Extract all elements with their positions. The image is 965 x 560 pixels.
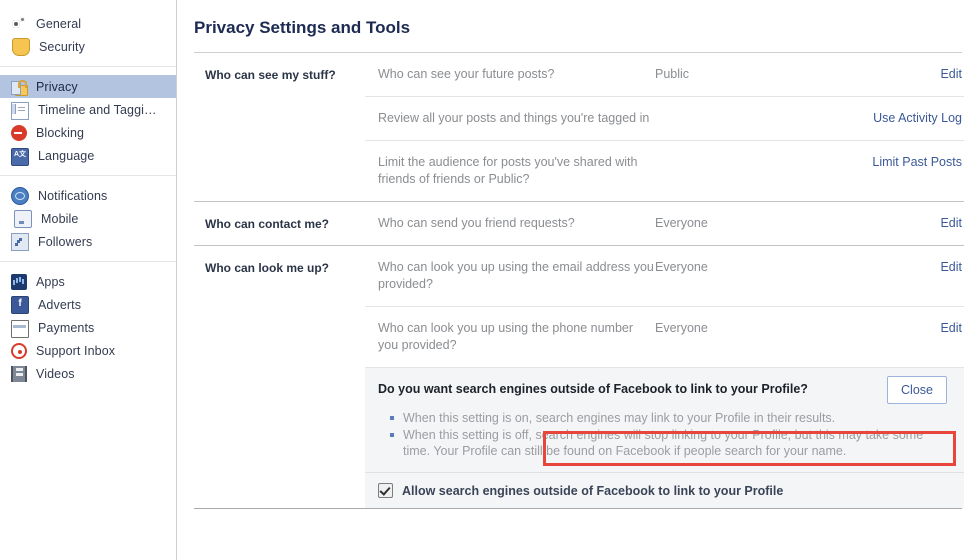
sidebar-group-notifications: Notifications Mobile Followers <box>0 175 176 261</box>
table-row: Review all your posts and things you're … <box>365 96 964 140</box>
table-row: Who can look you up using the phone numb… <box>365 306 964 367</box>
row-description: Who can look you up using the phone numb… <box>378 321 634 352</box>
list-item: When this setting is on, search engines … <box>390 410 934 427</box>
sidebar-item-label: Payments <box>38 320 95 335</box>
page-title: Privacy Settings and Tools <box>194 18 411 37</box>
sidebar-item-videos[interactable]: Videos <box>0 362 176 385</box>
row-limit-past-posts-link[interactable]: Limit Past Posts <box>845 154 964 171</box>
film-icon <box>11 366 27 382</box>
card-icon <box>11 320 29 338</box>
allow-search-engines-checkbox[interactable] <box>378 483 393 498</box>
row-value: Everyone <box>655 260 708 274</box>
sidebar-item-mobile[interactable]: Mobile <box>0 207 176 230</box>
row-value: Public <box>655 67 690 81</box>
search-engine-panel: Do you want search engines outside of Fa… <box>365 367 964 508</box>
sidebar-item-language[interactable]: A文 Language <box>0 144 176 167</box>
lock-icon <box>11 79 28 96</box>
row-edit-link[interactable]: Edit <box>845 66 964 83</box>
block-icon <box>11 125 27 141</box>
settings-page: General Security Privacy Timeline and Ta… <box>0 0 965 560</box>
sidebar-item-label: Notifications <box>38 188 108 203</box>
language-icon: A文 <box>11 147 29 166</box>
panel-bullet-list: When this setting is on, search engines … <box>365 410 964 472</box>
sidebar-item-label: Mobile <box>41 211 79 226</box>
sidebar-item-label: Blocking <box>36 125 85 140</box>
sidebar-item-label: Privacy <box>36 79 78 94</box>
allow-search-engines-row[interactable]: Allow search engines outside of Facebook… <box>365 472 964 508</box>
row-use-activity-log-link[interactable]: Use Activity Log <box>845 110 964 127</box>
sidebar-item-general[interactable]: General <box>0 12 176 35</box>
row-description: Limit the audience for posts you've shar… <box>378 155 638 186</box>
section-who-can-see-my-stuff: Who can see my stuff? Who can see your f… <box>194 53 964 201</box>
gear-icon <box>11 16 27 32</box>
sidebar-item-label: General <box>36 16 82 31</box>
sidebar-item-security[interactable]: Security <box>0 35 176 58</box>
sidebar-item-label: Support Inbox <box>36 343 116 358</box>
table-row: Limit the audience for posts you've shar… <box>365 140 964 201</box>
sidebar-item-label: Followers <box>38 234 93 249</box>
settings-main: Privacy Settings and Tools Who can see m… <box>177 0 965 560</box>
row-description: Who can look you up using the email addr… <box>378 260 654 291</box>
panel-question: Do you want search engines outside of Fa… <box>378 382 808 396</box>
sidebar-item-timeline-and-tagging[interactable]: Timeline and Taggi… <box>0 98 176 121</box>
row-value: Everyone <box>655 321 708 335</box>
lifebuoy-icon <box>11 343 27 359</box>
sidebar-item-apps[interactable]: Apps <box>0 270 176 293</box>
sidebar-item-label: Videos <box>36 366 75 381</box>
row-edit-link[interactable]: Edit <box>845 259 964 276</box>
section-rows: Who can send you friend requests? Everyo… <box>365 202 964 245</box>
privacy-settings-table: Who can see my stuff? Who can see your f… <box>194 53 964 508</box>
timeline-icon <box>11 101 29 120</box>
section-who-can-contact-me: Who can contact me? Who can send you fri… <box>194 201 964 245</box>
sidebar-item-label: Apps <box>36 274 65 289</box>
apps-icon <box>11 274 27 290</box>
close-button[interactable]: Close <box>887 376 947 404</box>
section-rows: Who can look you up using the email addr… <box>365 246 964 508</box>
allow-search-engines-label[interactable]: Allow search engines outside of Facebook… <box>402 484 783 498</box>
section-label: Who can look me up? <box>205 261 330 275</box>
section-rows: Who can see your future posts? Public Ed… <box>365 53 964 201</box>
sidebar-item-privacy[interactable]: Privacy <box>0 75 176 98</box>
sidebar-item-adverts[interactable]: f Adverts <box>0 293 176 316</box>
shield-icon <box>12 37 30 56</box>
lock-page-shape <box>11 80 21 95</box>
sidebar-item-label: Security <box>39 39 85 54</box>
search-engine-panel-wrap: Do you want search engines outside of Fa… <box>365 367 964 508</box>
panel-header: Do you want search engines outside of Fa… <box>365 368 964 404</box>
row-description: Review all your posts and things you're … <box>378 111 650 125</box>
table-row: Who can see your future posts? Public Ed… <box>365 53 964 96</box>
sidebar-group-privacy: Privacy Timeline and Taggi… Blocking A文 … <box>0 66 176 175</box>
row-edit-link[interactable]: Edit <box>845 320 964 337</box>
table-row: Who can look you up using the email addr… <box>365 246 964 306</box>
sidebar-item-notifications[interactable]: Notifications <box>0 184 176 207</box>
section-who-can-look-me-up: Who can look me up? Who can look you up … <box>194 245 964 508</box>
sidebar-item-payments[interactable]: Payments <box>0 316 176 339</box>
row-value: Everyone <box>655 216 708 230</box>
sidebar-item-support-inbox[interactable]: Support Inbox <box>0 339 176 362</box>
facebook-icon: f <box>11 296 29 314</box>
section-label: Who can see my stuff? <box>205 68 336 82</box>
settings-sidebar: General Security Privacy Timeline and Ta… <box>0 0 177 560</box>
rss-icon <box>11 233 29 251</box>
sidebar-item-followers[interactable]: Followers <box>0 230 176 253</box>
row-description: Who can see your future posts? <box>378 67 555 81</box>
mobile-icon <box>14 210 32 228</box>
list-item: When this setting is off, search engines… <box>390 427 934 460</box>
sidebar-item-label: Timeline and Taggi… <box>38 102 157 117</box>
section-label: Who can contact me? <box>205 217 330 231</box>
globe-icon <box>11 187 29 205</box>
sidebar-item-label: Language <box>38 148 95 163</box>
sidebar-item-label: Adverts <box>38 297 82 312</box>
row-description: Who can send you friend requests? <box>378 216 575 230</box>
sidebar-group-account: General Security <box>0 12 176 66</box>
bottom-divider <box>194 508 962 509</box>
sidebar-group-apps: Apps f Adverts Payments Support Inbox Vi… <box>0 261 176 393</box>
sidebar-item-blocking[interactable]: Blocking <box>0 121 176 144</box>
row-edit-link[interactable]: Edit <box>845 215 964 232</box>
table-row: Who can send you friend requests? Everyo… <box>365 202 964 245</box>
